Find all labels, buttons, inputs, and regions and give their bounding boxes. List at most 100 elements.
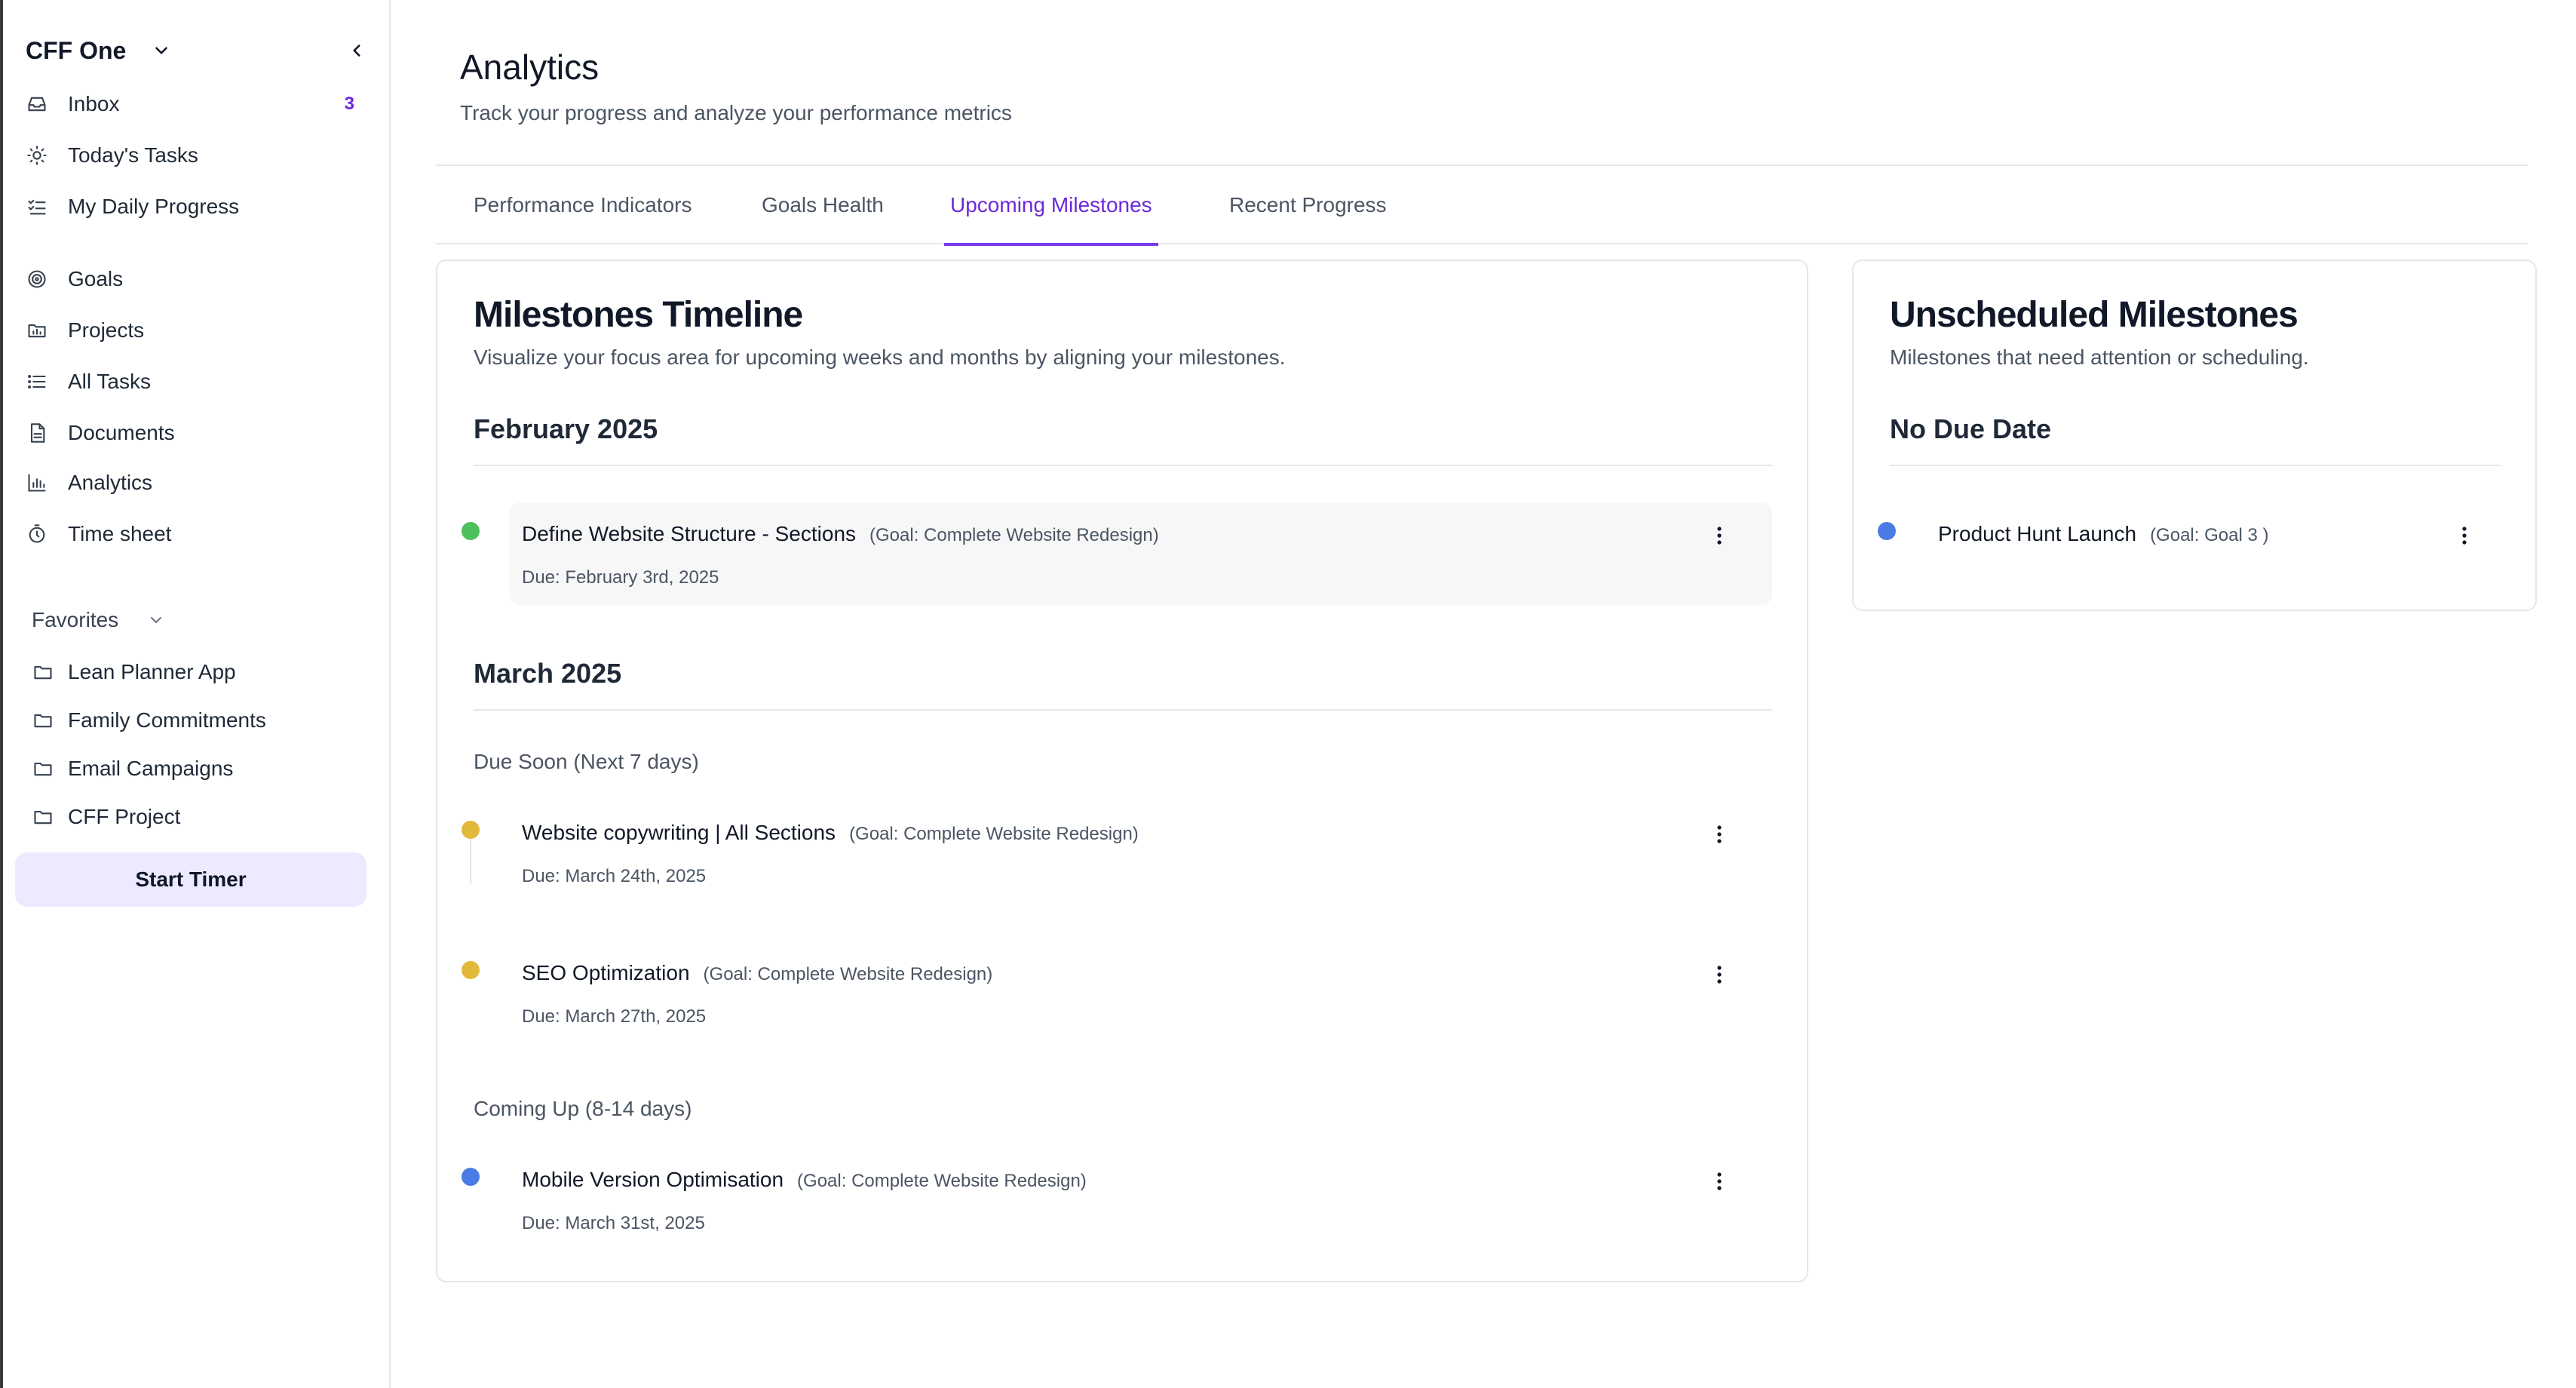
milestone-title-row: Website copywriting | All Sections (Goal… <box>522 821 1139 845</box>
milestone-due-date: Due: February 3rd, 2025 <box>522 567 719 588</box>
target-icon <box>26 268 48 290</box>
status-dot-unscheduled <box>1878 522 1896 540</box>
favorite-label: CFF Project <box>68 805 181 828</box>
milestone-due-date: Due: March 24th, 2025 <box>522 866 707 886</box>
sidebar-item-label: Inbox <box>68 92 120 115</box>
sidebar-item-analytics[interactable]: Analytics <box>26 463 370 502</box>
status-dot-due-soon <box>462 821 480 839</box>
milestone-item[interactable]: Product Hunt Launch (Goal: Goal 3 ) <box>1926 502 2501 578</box>
milestone-name: Define Website Structure - Sections <box>522 522 857 545</box>
unscheduled-subtitle: Milestones that need attention or schedu… <box>1890 345 2309 369</box>
milestone-title-row: SEO Optimization (Goal: Complete Website… <box>522 961 992 985</box>
favorite-cff-project[interactable]: CFF Project <box>32 798 363 836</box>
document-icon <box>26 422 48 444</box>
sidebar-item-my-daily-progress[interactable]: My Daily Progress <box>26 187 370 226</box>
sidebar-item-goals[interactable]: Goals <box>26 259 370 299</box>
more-vertical-icon <box>2462 527 2467 545</box>
favorite-label: Email Campaigns <box>68 757 234 780</box>
milestone-due-date: Due: March 31st, 2025 <box>522 1213 705 1233</box>
milestone-name: Product Hunt Launch <box>1938 522 2137 545</box>
milestone-name: Mobile Version Optimisation <box>522 1168 784 1191</box>
month-divider <box>474 465 1772 466</box>
timeline-connector <box>470 839 471 884</box>
analytics-tabs: Performance Indicators Goals Health Upco… <box>436 166 2528 246</box>
milestone-goal: (Goal: Complete Website Redesign) <box>869 525 1159 545</box>
no-due-date-heading: No Due Date <box>1890 413 2052 444</box>
milestone-title-row: Product Hunt Launch (Goal: Goal 3 ) <box>1938 522 2268 546</box>
month-divider <box>474 709 1772 711</box>
page-subtitle: Track your progress and analyze your per… <box>460 101 1012 124</box>
unscheduled-milestones-card: Unscheduled Milestones Milestones that n… <box>1852 259 2537 611</box>
more-vertical-icon <box>1717 527 1722 545</box>
folder-icon <box>32 757 54 780</box>
page-title: Analytics <box>460 48 600 87</box>
favorites-toggle[interactable]: Favorites <box>32 603 165 637</box>
inbox-count-badge: 3 <box>344 94 354 114</box>
favorite-label: Lean Planner App <box>68 660 236 683</box>
folder-chart-icon <box>26 319 48 342</box>
tab-performance-indicators[interactable]: Performance Indicators <box>468 166 698 244</box>
sidebar-item-documents[interactable]: Documents <box>26 413 370 453</box>
milestone-title-row: Mobile Version Optimisation (Goal: Compl… <box>522 1168 1087 1192</box>
timeline-subtitle: Visualize your focus area for upcoming w… <box>474 345 1286 369</box>
folder-icon <box>32 806 54 828</box>
more-vertical-icon <box>1717 825 1722 843</box>
sidebar-item-inbox[interactable]: Inbox 3 <box>26 84 370 124</box>
favorite-email-campaigns[interactable]: Email Campaigns <box>32 750 363 788</box>
collapse-sidebar-button[interactable] <box>344 38 370 63</box>
status-dot-due-soon <box>462 961 480 979</box>
tab-upcoming-milestones[interactable]: Upcoming Milestones <box>944 166 1158 246</box>
group-heading-due-soon: Due Soon (Next 7 days) <box>474 750 699 773</box>
month-heading: March 2025 <box>474 658 622 689</box>
status-dot-coming-up <box>462 1168 480 1186</box>
favorite-family-commitments[interactable]: Family Commitments <box>32 702 363 739</box>
inbox-icon <box>26 93 48 115</box>
status-dot-on-track <box>462 522 480 540</box>
checklist-icon <box>26 195 48 218</box>
sidebar-item-label: Time sheet <box>68 522 172 545</box>
milestone-item[interactable]: SEO Optimization (Goal: Complete Website… <box>510 941 1772 1044</box>
milestone-menu-button[interactable] <box>1706 522 1733 549</box>
sidebar: CFF One Inbox 3 Today's Tasks My Daily P… <box>3 0 391 1388</box>
start-timer-button[interactable]: Start Timer <box>15 852 366 907</box>
milestone-goal: (Goal: Complete Website Redesign) <box>703 964 993 984</box>
unscheduled-title: Unscheduled Milestones <box>1890 295 2298 335</box>
sidebar-item-label: All Tasks <box>68 370 151 393</box>
milestone-menu-button[interactable] <box>1706 1168 1733 1195</box>
sidebar-item-time-sheet[interactable]: Time sheet <box>26 514 370 554</box>
workspace-switcher[interactable]: CFF One <box>26 33 171 68</box>
milestone-goal: (Goal: Complete Website Redesign) <box>849 824 1139 844</box>
chevron-down-icon <box>147 611 165 629</box>
sidebar-item-all-tasks[interactable]: All Tasks <box>26 362 370 401</box>
milestone-due-date: Due: March 27th, 2025 <box>522 1006 707 1027</box>
tab-recent-progress[interactable]: Recent Progress <box>1223 166 1393 244</box>
tab-goals-health[interactable]: Goals Health <box>756 166 890 244</box>
milestone-item[interactable]: Define Website Structure - Sections (Goa… <box>510 502 1772 605</box>
sidebar-item-projects[interactable]: Projects <box>26 311 370 350</box>
milestone-goal: (Goal: Goal 3 ) <box>2150 525 2269 545</box>
sidebar-item-todays-tasks[interactable]: Today's Tasks <box>26 136 370 175</box>
milestone-title-row: Define Website Structure - Sections (Goa… <box>522 522 1159 546</box>
sidebar-item-label: Documents <box>68 421 175 444</box>
folder-icon <box>32 661 54 683</box>
milestone-item[interactable]: Website copywriting | All Sections (Goal… <box>510 801 1772 904</box>
milestone-menu-button[interactable] <box>1706 961 1733 988</box>
workspace-name: CFF One <box>26 36 127 64</box>
milestone-item[interactable]: Mobile Version Optimisation (Goal: Compl… <box>510 1148 1772 1251</box>
chevron-left-icon <box>353 45 360 57</box>
chevron-down-icon <box>152 41 171 60</box>
folder-icon <box>32 709 54 732</box>
milestone-menu-button[interactable] <box>1706 821 1733 848</box>
timer-icon <box>26 523 48 545</box>
bar-chart-icon <box>26 471 48 494</box>
milestone-name: SEO Optimization <box>522 961 690 984</box>
favorite-lean-planner-app[interactable]: Lean Planner App <box>32 653 363 691</box>
favorites-heading: Favorites <box>32 608 119 631</box>
sidebar-item-label: Projects <box>68 318 145 342</box>
favorite-label: Family Commitments <box>68 708 266 732</box>
milestones-timeline-card: Milestones Timeline Visualize your focus… <box>436 259 1808 1282</box>
sidebar-item-label: Today's Tasks <box>68 143 198 167</box>
milestone-menu-button[interactable] <box>2451 522 2478 549</box>
sidebar-item-label: Analytics <box>68 471 153 494</box>
group-heading-coming-up: Coming Up (8-14 days) <box>474 1097 692 1120</box>
